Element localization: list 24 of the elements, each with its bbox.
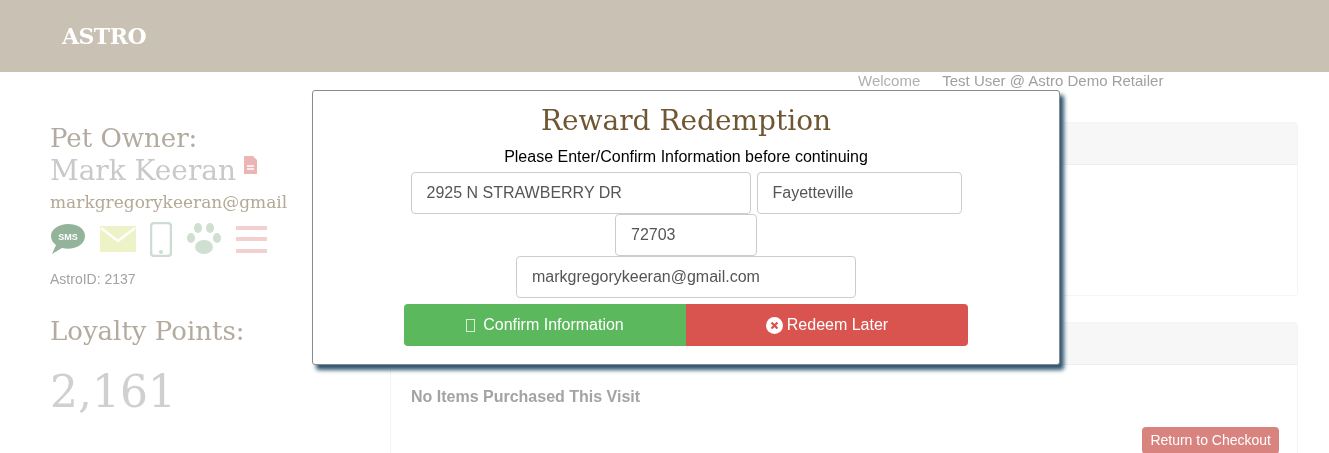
- close-icon: [765, 316, 783, 334]
- section-heading: Pet Owner:: [50, 122, 199, 154]
- menu-icon[interactable]: [236, 225, 267, 253]
- astro-id: AstroID: 2137: [50, 269, 137, 289]
- section-heading: Loyalty Points:: [50, 314, 246, 348]
- paw-icon[interactable]: [186, 223, 222, 255]
- user-link[interactable]: Test User @ Astro Demo Retailer: [942, 73, 1164, 89]
- confirm-button[interactable]: Confirm Information: [404, 304, 686, 346]
- phone-icon[interactable]: [150, 221, 172, 257]
- greeting-text: Welcome: [858, 73, 921, 89]
- document-icon[interactable]: [244, 156, 258, 174]
- input-field[interactable]: 72703: [615, 214, 757, 256]
- input-field[interactable]: markgregorykeeran@gmail.com: [516, 256, 856, 298]
- input-field[interactable]: Fayetteville: [756, 172, 962, 214]
- dialog-subtitle: Please Enter/Confirm Information before continuing: [504, 147, 868, 167]
- empty-message: No Items Purchased This Visit: [410, 387, 642, 407]
- envelope-icon[interactable]: [100, 226, 136, 252]
- dialog-title: Reward Redemption: [540, 103, 832, 139]
- redeem-later-button[interactable]: Redeem Later: [686, 304, 968, 346]
- input-field[interactable]: 2925 N STRAWBERRY DR: [410, 172, 751, 214]
- owner-email: markgregorykeeran@gmail: [50, 191, 289, 214]
- sms-icon[interactable]: SMS: [50, 223, 86, 255]
- square-icon: [466, 318, 476, 332]
- return-button[interactable]: Return to Checkout: [1142, 427, 1279, 453]
